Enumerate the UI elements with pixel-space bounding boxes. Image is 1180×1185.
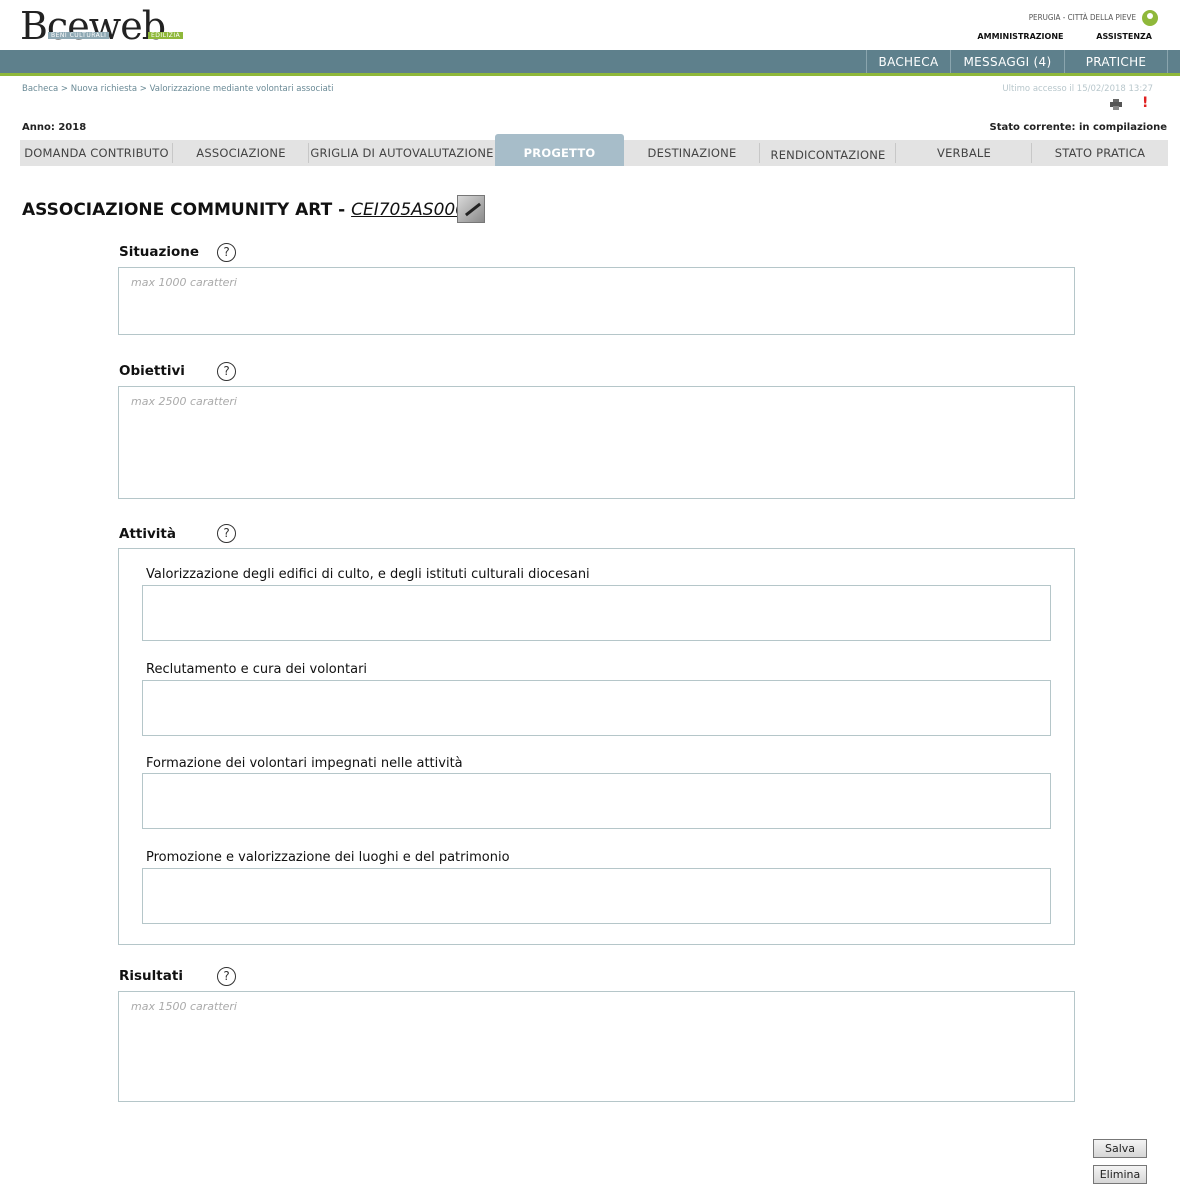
help-icon[interactable]: ? — [217, 967, 236, 986]
attivita-item-label: Formazione dei volontari impegnati nelle… — [146, 756, 463, 771]
logo-subtitle-left: BENI CULTURALI — [48, 32, 110, 39]
tab-verbale[interactable]: VERBALE — [896, 140, 1032, 166]
nav-bacheca[interactable]: BACHECA — [866, 50, 950, 73]
tab-bar: DOMANDA CONTRIBUTO ASSOCIAZIONE GRIGLIA … — [20, 134, 1168, 166]
logo-subtitle-right: EDILIZIA — [148, 32, 184, 39]
salva-button[interactable]: Salva — [1093, 1139, 1147, 1158]
edit-icon[interactable] — [457, 195, 485, 223]
bceweb-logo[interactable]: Bceweb BENI CULTURALI EDILIZIA — [20, 6, 220, 48]
tab-progetto[interactable]: PROGETTO — [495, 134, 624, 166]
main-navbar: BACHECA MESSAGGI (4) PRATICHE — [0, 50, 1180, 76]
attivita-valorizzazione-field[interactable] — [142, 585, 1051, 641]
attivita-formazione-field[interactable] — [142, 773, 1051, 829]
tab-domanda-contributo[interactable]: DOMANDA CONTRIBUTO — [20, 140, 173, 166]
attivita-label: Attività — [119, 526, 176, 542]
stato-label: Stato corrente: in compilazione — [989, 122, 1168, 133]
last-access-label: Ultimo accesso il 15/02/2018 13:27 — [1002, 84, 1153, 94]
help-icon[interactable]: ? — [217, 362, 236, 381]
tab-griglia-autovalutazione[interactable]: GRIGLIA DI AUTOVALUTAZIONE — [309, 140, 495, 166]
attivita-item-label: Valorizzazione degli edifici di culto, e… — [146, 567, 590, 582]
assistenza-link[interactable]: ASSISTENZA — [1096, 32, 1152, 41]
risultati-field[interactable] — [118, 991, 1075, 1102]
association-name: ASSOCIAZIONE COMMUNITY ART - — [22, 200, 352, 220]
tab-stato-pratica[interactable]: STATO PRATICA — [1032, 140, 1168, 166]
logo-text: Bceweb — [20, 4, 166, 48]
page-title: ASSOCIAZIONE COMMUNITY ART - CEI705AS000… — [22, 200, 477, 220]
obiettivi-label: Obiettivi — [119, 363, 185, 379]
tab-destinazione[interactable]: DESTINAZIONE — [624, 140, 760, 166]
help-icon[interactable]: ? — [217, 524, 236, 543]
nav-messaggi[interactable]: MESSAGGI (4) — [950, 50, 1064, 73]
location-label: PERUGIA - CITTÀ DELLA PIEVE — [1028, 13, 1136, 22]
elimina-button[interactable]: Elimina — [1093, 1165, 1147, 1184]
attivita-promozione-field[interactable] — [142, 868, 1051, 924]
situazione-field[interactable] — [118, 267, 1075, 335]
tab-rendicontazione[interactable]: RENDICONTAZIONE — [760, 140, 896, 166]
user-icon[interactable] — [1142, 10, 1158, 26]
top-links: AMMINISTRAZIONE ASSISTENZA — [947, 32, 1152, 41]
attivita-reclutamento-field[interactable] — [142, 680, 1051, 736]
risultati-label: Risultati — [119, 968, 183, 984]
situazione-label: Situazione — [119, 244, 200, 260]
print-icon[interactable] — [1110, 99, 1122, 110]
help-icon[interactable]: ? — [217, 243, 236, 262]
tab-associazione[interactable]: ASSOCIAZIONE — [173, 140, 309, 166]
obiettivi-field[interactable] — [118, 386, 1075, 499]
alert-icon[interactable]: ! — [1142, 96, 1148, 110]
breadcrumb[interactable]: Bacheca > Nuova richiesta > Valorizzazio… — [22, 84, 334, 94]
nav-pratiche[interactable]: PRATICHE — [1064, 50, 1168, 73]
anno-label: Anno: 2018 — [22, 122, 87, 133]
amministrazione-link[interactable]: AMMINISTRAZIONE — [977, 32, 1063, 41]
attivita-item-label: Promozione e valorizzazione dei luoghi e… — [146, 850, 510, 865]
attivita-item-label: Reclutamento e cura dei volontari — [146, 662, 368, 677]
